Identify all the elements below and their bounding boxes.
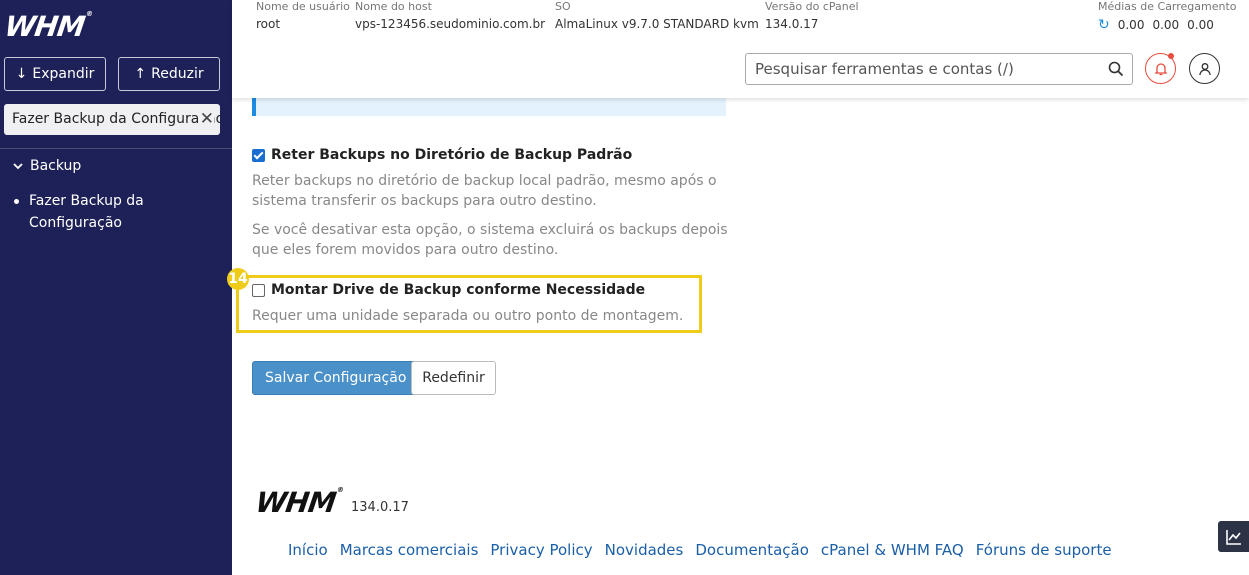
chart-icon (1225, 529, 1241, 545)
footer-link-docs[interactable]: Documentação (695, 541, 809, 559)
load-averages-info: Médias de Carregamento ↻ 0.00 0.00 0.00 (1098, 0, 1237, 33)
save-configuration-button[interactable]: Salvar Configuração (252, 361, 420, 395)
mount-help-text: Requer uma unidade separada ou outro pon… (252, 308, 684, 324)
refresh-icon[interactable]: ↻ (1098, 17, 1110, 33)
notification-badge (1168, 53, 1174, 59)
retain-help-text: Reter backups no diretório de backup loc… (252, 173, 717, 209)
user-menu-button[interactable] (1189, 53, 1220, 84)
footer-link-trademarks[interactable]: Marcas comerciais (340, 541, 479, 559)
mount-drive-option[interactable]: Montar Drive de Backup conforme Necessid… (252, 282, 645, 298)
username-info: Nome de usuário root (256, 0, 350, 31)
search-input[interactable]: Pesquisar ferramentas e contas (/) (745, 53, 1133, 85)
arrow-up-icon: ↑ (134, 66, 147, 82)
clear-search-icon[interactable]: ✕ (197, 104, 214, 135)
sidebar-search-input[interactable]: Fazer Backup da Configuração ✕ (4, 104, 220, 135)
reset-button[interactable]: Redefinir (411, 361, 496, 395)
info-panel (252, 98, 726, 116)
top-bar: Nome de usuário root Nome do host vps-12… (232, 0, 1249, 98)
footer-version: 134.0.17 (351, 500, 409, 515)
retain-backups-option[interactable]: Reter Backups no Diretório de Backup Pad… (252, 147, 632, 163)
sidebar-divider (0, 148, 232, 149)
expand-button[interactable]: ↓ Expandir (4, 57, 106, 91)
sidebar-group-backup[interactable]: Backup (12, 158, 81, 174)
reduce-button[interactable]: ↑ Reduzir (118, 57, 220, 91)
cpanel-version-info: Versão do cPanel 134.0.17 (765, 0, 859, 31)
hostname-info: Nome do host vps-123456.seudominio.com.b… (355, 0, 546, 31)
chevron-down-icon (13, 163, 23, 170)
footer-link-privacy[interactable]: Privacy Policy (490, 541, 592, 559)
arrow-down-icon: ↓ (15, 66, 28, 82)
step-badge: 14 (227, 268, 249, 290)
search-icon[interactable] (1108, 61, 1124, 77)
bullet-icon (14, 199, 19, 204)
footer-links: Início Marcas comerciais Privacy Policy … (288, 541, 1112, 559)
os-info: SO AlmaLinux v9.7.0 STANDARD kvm (555, 0, 759, 31)
footer-link-home[interactable]: Início (288, 541, 328, 559)
notifications-button[interactable] (1145, 53, 1176, 84)
footer-whm-logo: WHM® (253, 486, 344, 519)
sidebar: WHM® ↓ Expandir ↑ Reduzir Fazer Backup d… (0, 0, 232, 575)
mount-drive-checkbox[interactable] (252, 283, 265, 297)
analytics-button[interactable] (1218, 521, 1249, 552)
bell-icon (1153, 62, 1168, 75)
footer-link-forums[interactable]: Fóruns de suporte (976, 541, 1112, 559)
retain-backups-checkbox[interactable] (252, 148, 265, 162)
footer-link-news[interactable]: Novidades (605, 541, 684, 559)
footer-link-faq[interactable]: cPanel & WHM FAQ (821, 541, 964, 559)
main-content: Reter Backups no Diretório de Backup Pad… (227, 98, 1249, 575)
whm-logo[interactable]: WHM® (3, 10, 93, 43)
sidebar-item-backup-config[interactable]: Fazer Backup da Configuração (14, 190, 169, 234)
retain-warning-text: Se você desativar esta opção, o sistema … (252, 222, 728, 258)
user-icon (1198, 62, 1211, 75)
